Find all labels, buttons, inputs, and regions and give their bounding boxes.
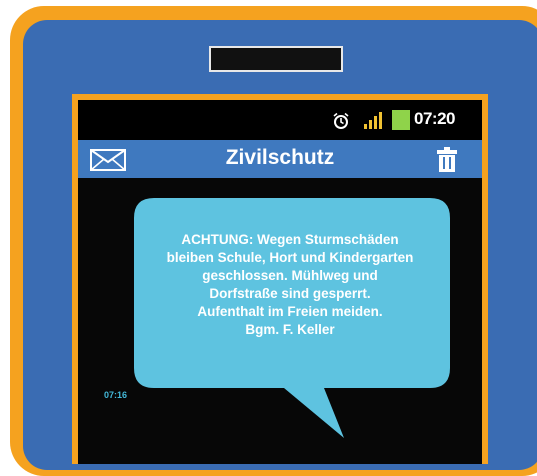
app-header: Zivilschutz: [78, 140, 482, 178]
signal-icon: [364, 112, 382, 129]
message-text: ACHTUNG: Wegen Sturmschäden bleiben Schu…: [150, 231, 430, 339]
trash-icon[interactable]: [436, 147, 458, 172]
phone-screen: 07:20 Zivilschutz ACHTUNG: Wegen Sturmsc…: [78, 100, 482, 464]
phone-speaker: [209, 46, 343, 72]
message-line: Aufenthalt im Freien meiden.: [197, 304, 383, 319]
message-line: ACHTUNG: Wegen Sturmschäden: [181, 232, 399, 247]
message-timestamp: 07:16: [104, 390, 128, 400]
app-title: Zivilschutz: [225, 146, 335, 169]
status-bar: 07:20: [78, 100, 482, 140]
message-line: bleiben Schule, Hort und Kindergarten: [166, 250, 414, 265]
message-line: Bgm. F. Keller: [245, 322, 335, 337]
message-area: ACHTUNG: Wegen Sturmschäden bleiben Schu…: [78, 178, 482, 464]
message-line: Dorfstraße sind gesperrt.: [209, 286, 371, 301]
battery-icon: [392, 110, 410, 130]
status-clock: 07:20: [414, 109, 455, 128]
message-line: geschlossen. Mühlweg und: [202, 268, 378, 283]
alarm-icon: [333, 112, 349, 129]
